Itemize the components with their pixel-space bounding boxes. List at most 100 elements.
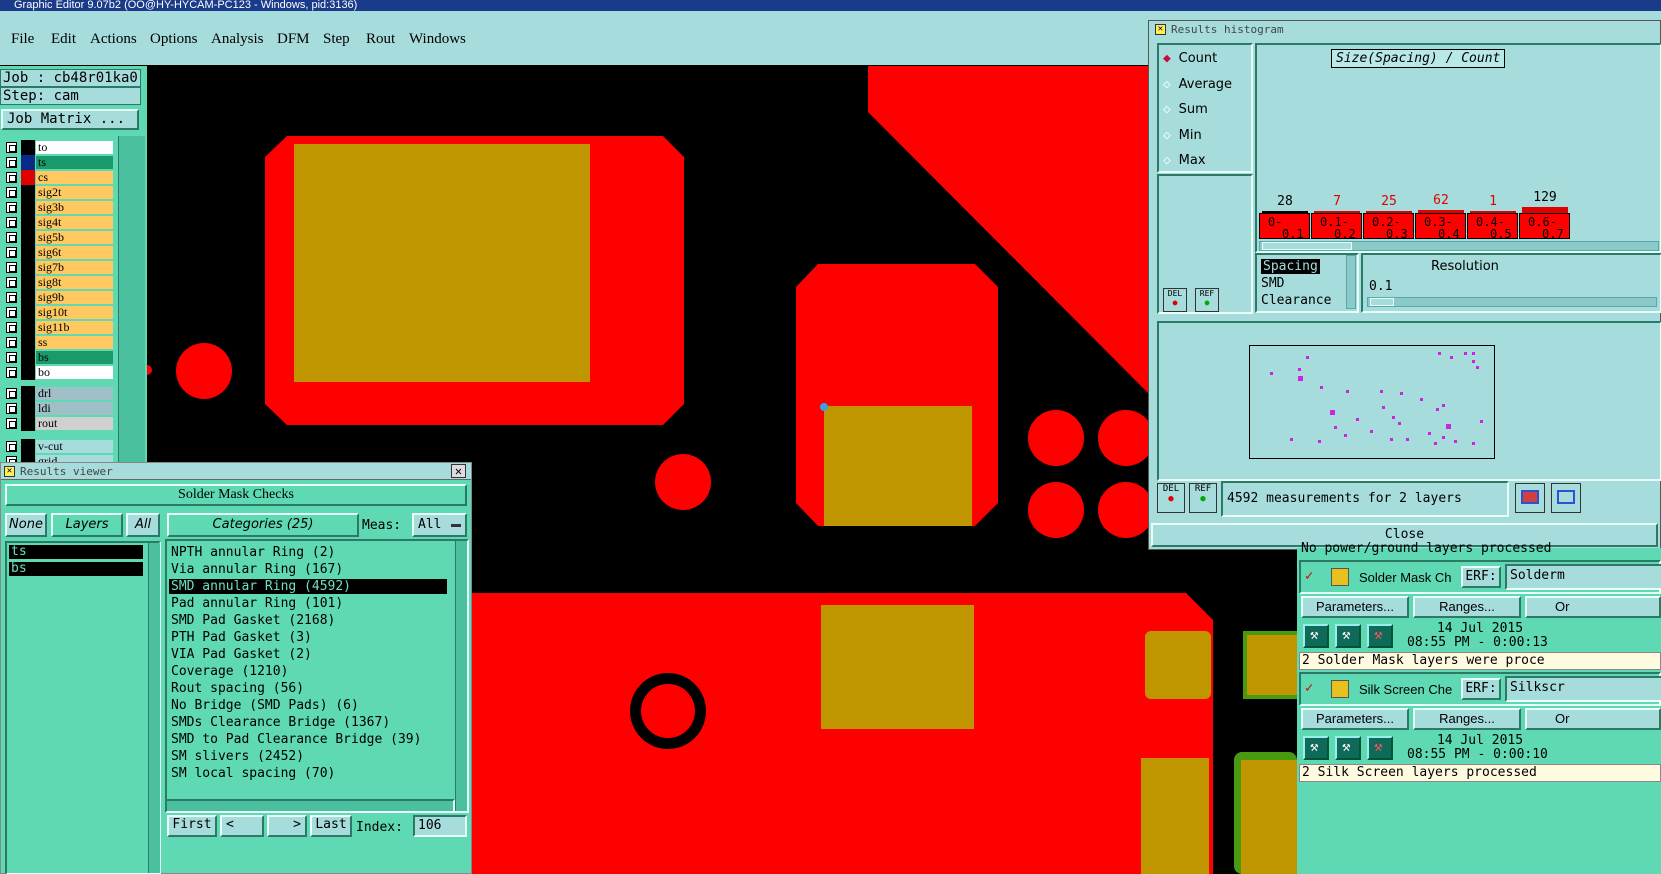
first-button[interactable]: First	[167, 815, 217, 837]
stop-check-icon[interactable]: ⚒	[1367, 736, 1393, 760]
layer-checkbox[interactable]	[6, 418, 17, 429]
category-item[interactable]: Coverage (1210)	[169, 664, 447, 679]
list-item[interactable]: ts	[9, 545, 143, 559]
close-icon[interactable]: ✕	[451, 464, 466, 478]
layer-row-sig2t[interactable]: sig2t	[0, 185, 115, 200]
layer-row-sig9b[interactable]: sig9b	[0, 290, 115, 305]
category-item[interactable]: VIA Pad Gasket (2)	[169, 647, 447, 662]
category-item[interactable]: SMD annular Ring (4592)	[169, 579, 447, 594]
erf-input[interactable]: Silkscr	[1505, 676, 1661, 702]
layer-row-cs[interactable]: cs	[0, 170, 115, 185]
category-item[interactable]: SMD Pad Gasket (2168)	[169, 613, 447, 628]
category-item[interactable]: NPTH annular Ring (2)	[169, 545, 447, 560]
measurement-map[interactable]	[1249, 345, 1495, 459]
layer-checkbox[interactable]	[6, 337, 17, 348]
erf-label[interactable]: ERF:	[1461, 678, 1501, 700]
meas-select[interactable]: All	[412, 513, 467, 537]
category-item[interactable]: Pad annular Ring (101)	[169, 596, 447, 611]
layer-checkbox[interactable]	[6, 202, 17, 213]
del-button[interactable]: DEL ●	[1163, 288, 1187, 312]
menu-rout[interactable]: Rout	[366, 31, 395, 48]
check-enabled-checkbox[interactable]: ✓	[1305, 680, 1313, 696]
layer-checkbox[interactable]	[6, 217, 17, 228]
erf-label[interactable]: ERF:	[1461, 566, 1501, 588]
del-button-2[interactable]: DEL ●	[1157, 483, 1185, 513]
category-item[interactable]: SM slivers (2452)	[169, 749, 447, 764]
category-item[interactable]: Rout spacing (56)	[169, 681, 447, 696]
zoom-icon[interactable]	[1515, 483, 1545, 513]
layer-checkbox[interactable]	[6, 187, 17, 198]
layer-checkbox[interactable]	[6, 388, 17, 399]
run-view-icon[interactable]: ⚒	[1335, 624, 1361, 648]
layer-checkbox[interactable]	[6, 277, 17, 288]
layer-checkbox[interactable]	[6, 322, 17, 333]
chart-hscrollbar[interactable]	[1259, 241, 1659, 251]
layers-all-button[interactable]: All	[126, 513, 160, 537]
mode-sum-radio[interactable]: ◇ Sum	[1163, 102, 1208, 117]
category-item[interactable]: Via annular Ring (167)	[169, 562, 447, 577]
category-vscrollbar[interactable]	[455, 541, 467, 811]
run-check-icon[interactable]: ⚒	[1303, 624, 1329, 648]
layer-checkbox[interactable]	[6, 262, 17, 273]
mode-min-radio[interactable]: ◇ Min	[1163, 128, 1202, 143]
layer-row-ldi[interactable]: ldi	[0, 401, 115, 416]
layer-list-scrollbar[interactable]	[118, 136, 145, 466]
layer-row-sig7b[interactable]: sig7b	[0, 260, 115, 275]
ref-button-2[interactable]: REF ●	[1189, 483, 1217, 513]
stop-check-icon[interactable]: ⚒	[1367, 624, 1393, 648]
mode-average-radio[interactable]: ◇ Average	[1163, 77, 1232, 92]
layer-checkbox[interactable]	[6, 292, 17, 303]
category-item[interactable]: PTH Pad Gasket (3)	[169, 630, 447, 645]
layer-list-scrollbar[interactable]	[148, 543, 160, 873]
layer-row-to[interactable]: to	[0, 140, 115, 155]
menu-analysis[interactable]: Analysis	[211, 31, 264, 48]
menu-actions[interactable]: Actions	[90, 31, 137, 48]
next-button[interactable]: >	[267, 815, 307, 837]
job-matrix-button[interactable]: Job Matrix ...	[1, 109, 139, 130]
layer-row-v-cut[interactable]: v-cut	[0, 439, 115, 454]
window-menu-icon[interactable]: ✕	[1155, 24, 1166, 35]
last-button[interactable]: Last	[310, 815, 352, 837]
list-item[interactable]: bs	[9, 562, 143, 576]
layer-row-sig8t[interactable]: sig8t	[0, 275, 115, 290]
type-list-scrollbar[interactable]	[1346, 255, 1356, 309]
layer-checkbox[interactable]	[6, 142, 17, 153]
output-button[interactable]: Or	[1525, 596, 1661, 618]
layer-row-ss[interactable]: ss	[0, 335, 115, 350]
category-item[interactable]: SM local spacing (70)	[169, 766, 447, 781]
run-check-icon[interactable]: ⚒	[1303, 736, 1329, 760]
menu-file[interactable]: File	[11, 31, 34, 48]
index-input[interactable]: 106	[413, 815, 467, 837]
output-button[interactable]: Or	[1525, 708, 1661, 730]
layer-checkbox[interactable]	[6, 172, 17, 183]
type-spacing[interactable]: Spacing	[1261, 259, 1320, 274]
layer-checkbox[interactable]	[6, 352, 17, 363]
resolution-slider[interactable]	[1367, 297, 1657, 307]
erf-input[interactable]: Solderm	[1505, 564, 1661, 590]
layer-row-drl[interactable]: drl	[0, 386, 115, 401]
category-hscrollbar[interactable]	[165, 799, 455, 813]
category-item[interactable]: SMDs Clearance Bridge (1367)	[169, 715, 447, 730]
layer-row-sig4t[interactable]: sig4t	[0, 215, 115, 230]
layer-row-sig10t[interactable]: sig10t	[0, 305, 115, 320]
mode-count-radio[interactable]: ◆ Count	[1163, 51, 1217, 66]
layer-checkbox[interactable]	[6, 307, 17, 318]
run-view-icon[interactable]: ⚒	[1335, 736, 1361, 760]
layer-checkbox[interactable]	[6, 157, 17, 168]
layer-checkbox[interactable]	[6, 441, 17, 452]
check-enabled-checkbox[interactable]: ✓	[1305, 568, 1313, 584]
menu-windows[interactable]: Windows	[409, 31, 466, 48]
mode-max-radio[interactable]: ◇ Max	[1163, 153, 1206, 168]
menu-edit[interactable]: Edit	[51, 31, 76, 48]
layer-row-bs[interactable]: bs	[0, 350, 115, 365]
layer-row-sig6t[interactable]: sig6t	[0, 245, 115, 260]
menu-step[interactable]: Step	[323, 31, 350, 48]
layer-checkbox[interactable]	[6, 403, 17, 414]
prev-button[interactable]: <	[220, 815, 264, 837]
layer-row-ts[interactable]: ts	[0, 155, 115, 170]
ranges-button[interactable]: Ranges...	[1413, 708, 1521, 730]
type-clearance[interactable]: Clearance	[1261, 293, 1331, 308]
layer-row-sig11b[interactable]: sig11b	[0, 320, 115, 335]
menu-options[interactable]: Options	[150, 31, 198, 48]
ref-button[interactable]: REF ●	[1195, 288, 1219, 312]
